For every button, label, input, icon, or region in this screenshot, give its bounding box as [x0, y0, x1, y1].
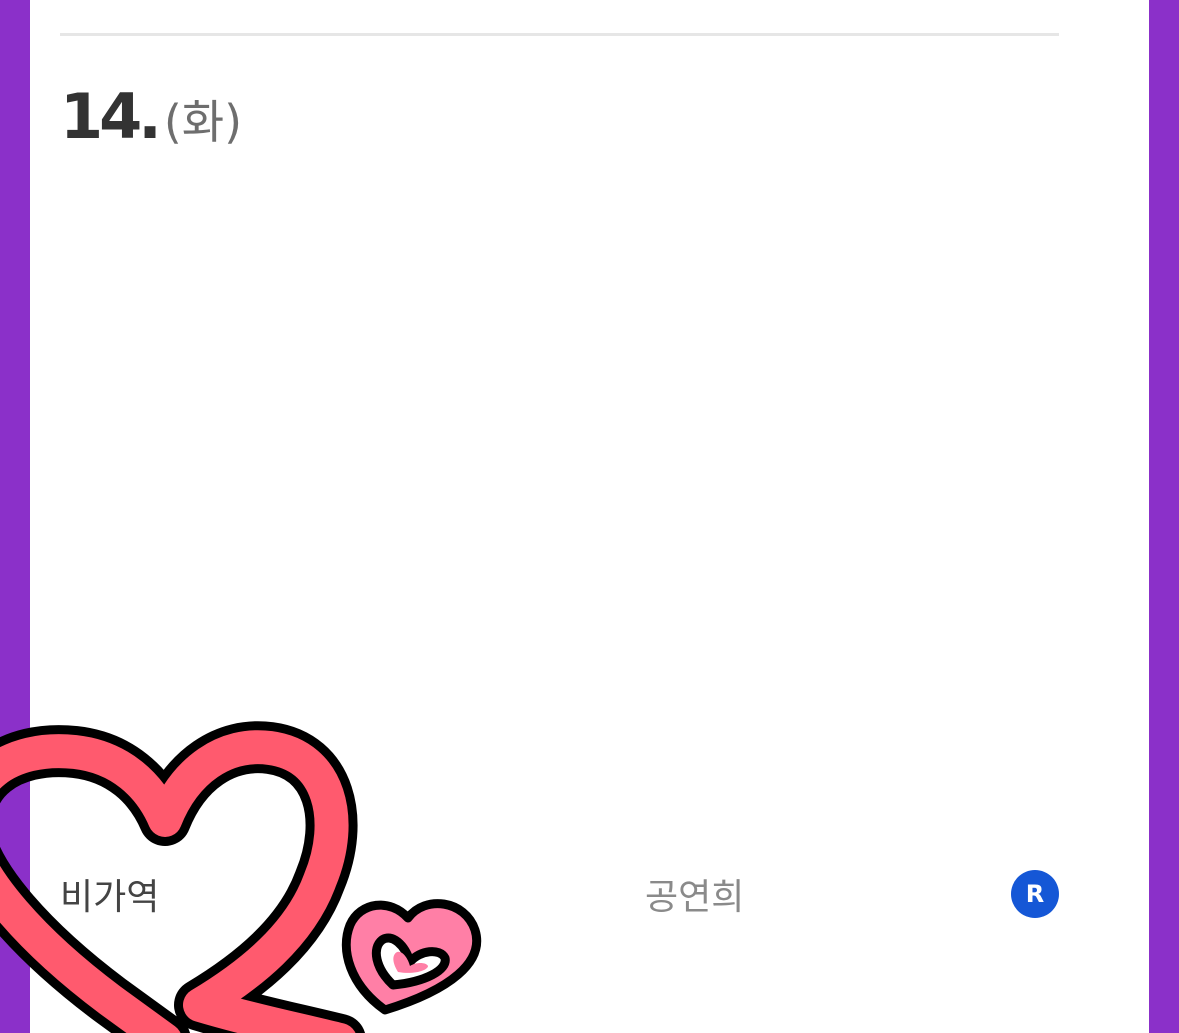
- schedule-entry[interactable]: 비가역 공연희 R: [60, 860, 1059, 920]
- left-frame: [0, 0, 30, 1033]
- entry-title: 비가역: [60, 877, 160, 918]
- section-divider: [60, 33, 1059, 36]
- entry-performer: 공연희: [645, 877, 745, 918]
- date-number: 14.: [60, 80, 162, 153]
- weekday-label: (화): [163, 95, 243, 149]
- right-frame: [1149, 0, 1179, 1033]
- date-heading: 14. (화): [60, 80, 242, 153]
- entry-badge[interactable]: R: [1011, 870, 1059, 918]
